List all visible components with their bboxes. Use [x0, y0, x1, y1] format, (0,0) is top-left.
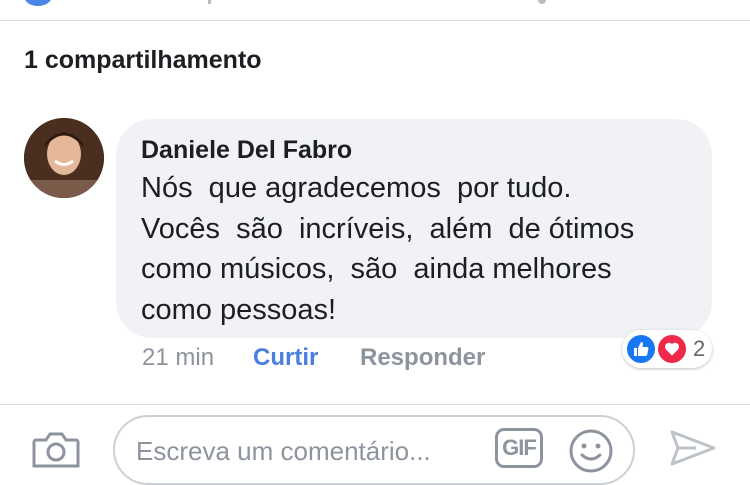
camera-icon[interactable]: [32, 428, 80, 468]
reaction-summary[interactable]: 2: [622, 330, 712, 368]
share-icon[interactable]: [538, 0, 546, 4]
avatar[interactable]: [24, 118, 104, 198]
like-icon[interactable]: [24, 0, 52, 6]
comment-text: Nós que agradecemos por tudo. Vocês são …: [141, 168, 701, 330]
like-button[interactable]: Curtir: [253, 344, 318, 372]
love-icon: [656, 333, 688, 365]
comment-timestamp: 21 min: [142, 344, 215, 371]
comment-icon[interactable]: [208, 0, 219, 4]
comment-text-line: como músicos, são ainda melhores: [141, 253, 612, 285]
share-count[interactable]: 1 compartilhamento: [24, 46, 262, 75]
divider: [0, 20, 750, 21]
comment-input-placeholder[interactable]: Escreva um comentário...: [136, 436, 431, 467]
divider: [0, 404, 750, 405]
reply-button[interactable]: Responder: [360, 344, 485, 372]
reaction-count: 2: [693, 336, 706, 361]
previous-post-toolbar: [0, 0, 750, 20]
send-icon[interactable]: [668, 428, 718, 468]
comment-text-line: Nós que agradecemos por tudo.: [141, 172, 572, 204]
like-icon: [625, 333, 657, 365]
gif-icon[interactable]: GIF: [495, 428, 543, 468]
comment-text-line: Vocês são incríveis, além de ótimos: [141, 212, 635, 245]
avatar-photo: [24, 118, 104, 198]
comment-author[interactable]: Daniele Del Fabro: [141, 136, 352, 165]
comment-text-line: como pessoas!: [141, 293, 337, 326]
emoji-icon[interactable]: [568, 428, 614, 474]
